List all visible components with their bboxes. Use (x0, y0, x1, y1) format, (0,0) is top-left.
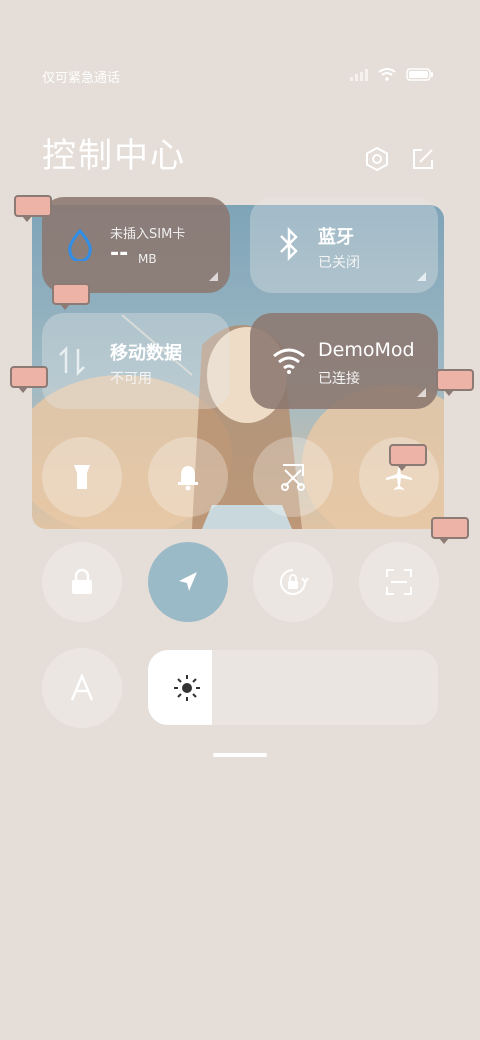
bell-icon (178, 466, 198, 491)
scanner-button[interactable] (359, 542, 439, 622)
flashlight-toggle[interactable] (42, 437, 122, 517)
mobile-data-title: 移动数据 (110, 343, 182, 364)
heart-sticker (52, 283, 90, 310)
location-icon (179, 572, 197, 591)
tile-bluetooth[interactable]: 蓝牙 已关闭 (250, 197, 438, 293)
heart-sticker (431, 517, 469, 544)
bluetooth-title: 蓝牙 (318, 227, 354, 248)
tile-data-usage[interactable]: 未插入SIM卡 -- MB (42, 197, 230, 293)
rotation-lock-toggle[interactable] (253, 542, 333, 622)
rotation-lock-icon (280, 569, 309, 595)
battery-icon (406, 68, 433, 81)
mobile-data-status: 不可用 (110, 371, 152, 387)
scan-icon (386, 569, 412, 595)
heart-sticker (10, 366, 48, 393)
mobile-data-icon (59, 345, 85, 377)
tile-mobile-data[interactable]: 移动数据 不可用 (42, 313, 230, 409)
brightness-icon (174, 675, 200, 701)
expand-corner (417, 388, 426, 397)
signal-icon (350, 68, 368, 81)
heart-sticker (436, 369, 474, 396)
screenshot-toggle[interactable] (253, 437, 333, 517)
brightness-slider[interactable] (148, 650, 438, 725)
edit-button[interactable] (408, 144, 438, 174)
font-size-button[interactable] (42, 648, 122, 728)
lock-icon (72, 568, 92, 594)
tile-wifi[interactable]: DemoMod 已连接 (250, 313, 438, 409)
flashlight-icon (74, 465, 90, 489)
settings-button[interactable] (362, 144, 392, 174)
screenshot-icon (281, 464, 305, 491)
wifi-status: 已连接 (318, 371, 360, 387)
home-indicator[interactable] (213, 753, 267, 757)
lock-screen-button[interactable] (42, 542, 122, 622)
status-carrier-text: 仅可紧急通话 (42, 71, 121, 86)
water-drop-icon (68, 229, 92, 261)
edit-icon (413, 149, 433, 169)
heart-sticker (389, 444, 427, 471)
expand-corner (417, 272, 426, 281)
data-usage-value: -- (110, 241, 129, 266)
sim-status-label: 未插入SIM卡 (110, 227, 186, 242)
wifi-network-name: DemoMod (318, 339, 415, 361)
expand-corner (209, 272, 218, 281)
location-toggle[interactable] (148, 542, 228, 622)
wifi-icon (273, 348, 305, 374)
wifi-icon (378, 68, 396, 81)
bluetooth-icon (280, 227, 298, 261)
page-title: 控制中心 (42, 136, 186, 176)
status-icons (350, 68, 434, 81)
data-usage-unit: MB (138, 252, 157, 266)
settings-icon (366, 146, 388, 172)
heart-sticker (14, 195, 52, 222)
bluetooth-status: 已关闭 (318, 255, 360, 271)
silent-toggle[interactable] (148, 437, 228, 517)
font-icon (70, 674, 94, 701)
